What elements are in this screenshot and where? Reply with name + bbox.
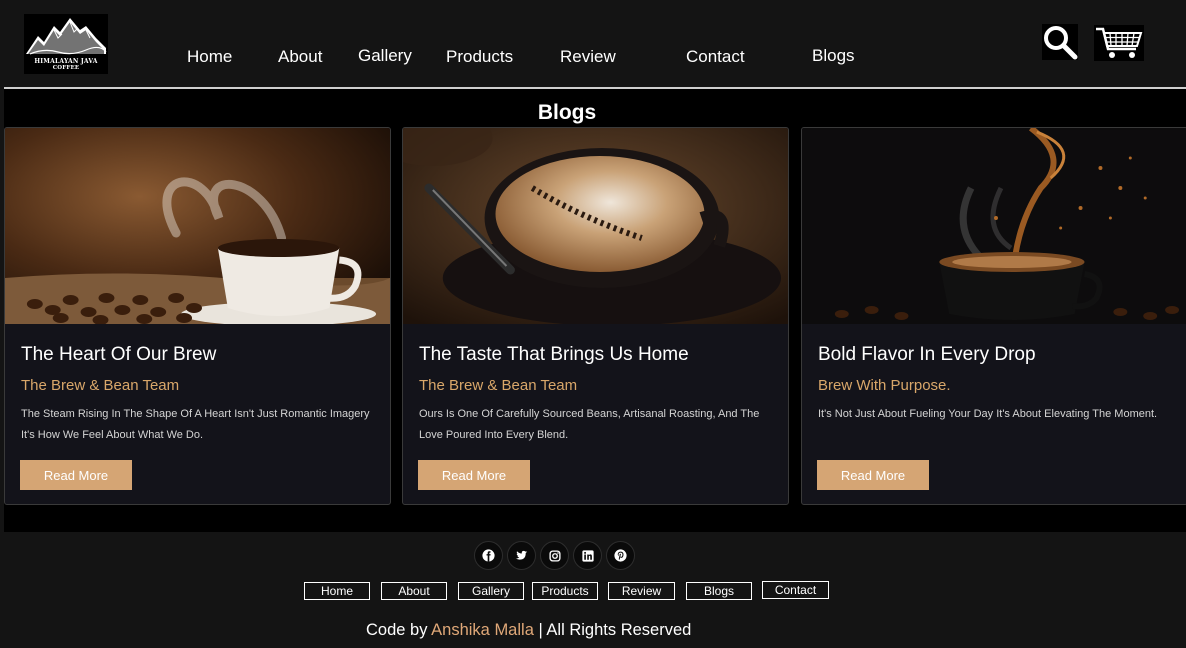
site-header: HIMALAYAN JAVA COFFEE Home About Gallery… xyxy=(0,0,1186,89)
footer-link-gallery[interactable]: Gallery xyxy=(458,582,524,600)
card-excerpt: It's Not Just About Fueling Your Day It'… xyxy=(818,408,1158,420)
read-more-button[interactable]: Read More xyxy=(20,460,132,490)
footer-link-products[interactable]: Products xyxy=(532,582,598,600)
brand-logo[interactable]: HIMALAYAN JAVA COFFEE xyxy=(24,14,108,74)
footer-link-review[interactable]: Review xyxy=(608,582,675,600)
card-excerpt: The Steam Rising In The Shape Of A Heart… xyxy=(21,408,370,441)
instagram-link[interactable] xyxy=(540,541,569,570)
nav-blogs[interactable]: Blogs xyxy=(812,46,855,66)
card-author: The Brew & Bean Team xyxy=(21,377,180,394)
read-more-button[interactable]: Read More xyxy=(817,460,929,490)
linkedin-link[interactable] xyxy=(573,541,602,570)
card-title: The Taste That Brings Us Home xyxy=(419,344,689,365)
nav-gallery[interactable]: Gallery xyxy=(358,46,412,66)
nav-home[interactable]: Home xyxy=(187,47,232,67)
nav-review[interactable]: Review xyxy=(560,47,616,67)
blog-image-heart-coffee xyxy=(5,128,390,324)
facebook-icon xyxy=(482,549,495,562)
pinterest-icon xyxy=(614,549,627,562)
footer-link-blogs[interactable]: Blogs xyxy=(686,582,752,600)
nav-products[interactable]: Products xyxy=(446,47,513,67)
nav-contact[interactable]: Contact xyxy=(686,47,745,67)
twitter-icon xyxy=(515,550,528,560)
section-title: Blogs xyxy=(537,101,597,124)
blog-card: The Heart Of Our Brew The Brew & Bean Te… xyxy=(4,127,391,505)
facebook-link[interactable] xyxy=(474,541,503,570)
card-title: Bold Flavor In Every Drop xyxy=(818,344,1036,365)
brand-subname: COFFEE xyxy=(52,65,80,71)
credit-prefix: Code by xyxy=(366,621,428,639)
card-excerpt: Ours Is One Of Carefully Sourced Beans, … xyxy=(419,408,760,441)
card-author: The Brew & Bean Team xyxy=(419,377,578,394)
twitter-link[interactable] xyxy=(507,541,536,570)
instagram-icon xyxy=(548,549,561,562)
blog-image-pouring-coffee xyxy=(802,128,1186,324)
blog-card: The Taste That Brings Us Home The Brew &… xyxy=(402,127,789,505)
read-more-button[interactable]: Read More xyxy=(418,460,530,490)
brand-name: HIMALAYAN JAVA xyxy=(34,58,98,65)
author-name[interactable]: Anshika Malla xyxy=(431,621,534,639)
cart-button[interactable] xyxy=(1094,25,1144,61)
search-icon xyxy=(1044,26,1078,60)
pinterest-link[interactable] xyxy=(606,541,635,570)
blog-card: Bold Flavor In Every Drop Brew With Purp… xyxy=(801,127,1186,505)
footer-link-about[interactable]: About xyxy=(381,582,447,600)
card-author: Brew With Purpose. xyxy=(818,377,951,394)
linkedin-icon xyxy=(581,549,594,562)
search-button[interactable] xyxy=(1042,24,1078,60)
mountain-logo-icon xyxy=(26,18,107,55)
blog-section: Blogs The Heart Of Our Brew The Brew & B… xyxy=(4,89,1186,532)
footer-link-home[interactable]: Home xyxy=(304,582,370,600)
footer-credit: Code by Anshika Malla | All Rights Reser… xyxy=(366,621,691,640)
site-footer: Home About Gallery Products Review Blogs… xyxy=(4,532,1186,648)
card-title: The Heart Of Our Brew xyxy=(21,344,217,365)
blog-image-latte xyxy=(403,128,788,324)
credit-suffix: | All Rights Reserved xyxy=(538,621,692,639)
nav-about[interactable]: About xyxy=(278,47,322,67)
cart-icon xyxy=(1096,27,1143,58)
footer-link-contact[interactable]: Contact xyxy=(762,581,829,599)
